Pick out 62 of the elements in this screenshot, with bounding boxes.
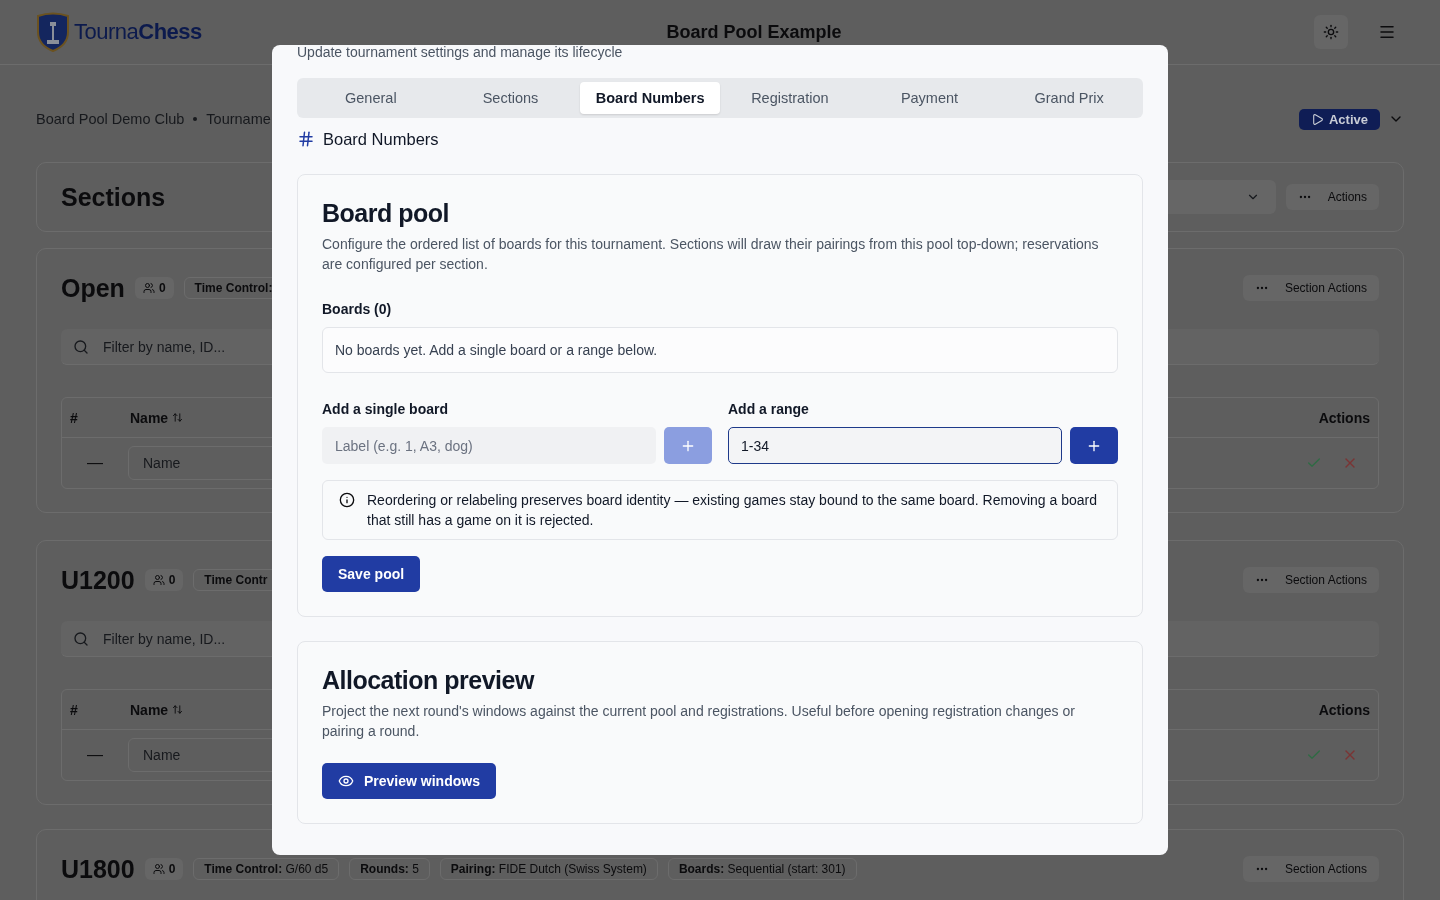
column-header: # [70, 409, 79, 426]
column-header: Actions [1318, 409, 1370, 426]
card-title: Allocation preview [322, 666, 536, 695]
shield-logo-icon [36, 12, 70, 52]
eye-icon [338, 773, 354, 789]
field-label: Add a range [728, 401, 810, 417]
player-count: 0 [134, 277, 174, 299]
preview-windows-button[interactable]: Preview windows [322, 763, 496, 799]
play-icon [1310, 112, 1324, 126]
search-icon [73, 338, 89, 355]
board-input[interactable]: 1-34 [728, 427, 1062, 464]
note-text: Reordering or relabeling preserves board identity — existing games stay bound to the same board. Removing a board that still has a game on it is rejected. [367, 491, 1098, 530]
panel-title: Sections [61, 182, 166, 212]
people-icon [152, 574, 165, 586]
theme-toggle-button[interactable] [1314, 15, 1348, 49]
actions-button[interactable]: Actions [1285, 184, 1379, 210]
breadcrumb-separator [193, 117, 198, 121]
dialog-subtitle: Update tournament settings and manage its lifecycle [297, 45, 624, 59]
section-actions-button[interactable]: Section Actions [1242, 275, 1379, 301]
section-info-chip: Pairing: FIDE Dutch (Swiss System) [439, 858, 658, 880]
section-info-chip: Time Control: G/60 d5 [193, 858, 340, 880]
search-icon [73, 630, 89, 647]
row-index: — [86, 746, 104, 764]
field-label: Add a single board [322, 401, 449, 417]
people-icon [142, 282, 155, 294]
sort-icon[interactable] [172, 412, 184, 423]
section-heading: Board Numbers [323, 129, 439, 149]
card-description: Configure the ordered list of boards for this tournament. Sections will draw their pairings from this pool top-down; reservations are configured per section. [322, 235, 1100, 274]
card-description: Project the next round's windows against the current pool and registrations. Useful before opening registration changes or pairing a round. [322, 702, 1076, 741]
section-info-chip: Boards: Sequential (start: 301) [667, 858, 857, 880]
people-icon [152, 863, 165, 875]
column-header: Actions [1318, 701, 1370, 718]
status-button[interactable]: Active [1298, 108, 1380, 130]
tab[interactable]: Registration [720, 82, 860, 114]
player-count: 0 [144, 858, 184, 880]
add-button[interactable] [1070, 427, 1118, 464]
logo-text: TournaChess [74, 19, 202, 45]
player-count: 0 [144, 569, 184, 591]
tab[interactable]: Payment [859, 82, 1000, 114]
tab[interactable]: Board Numbers [580, 82, 720, 114]
section-actions-button[interactable]: Section Actions [1242, 856, 1379, 882]
save-pool-button[interactable]: Save pool [322, 556, 421, 592]
page-title: Board Pool Example [665, 21, 843, 43]
section-actions-button[interactable]: Section Actions [1242, 567, 1379, 593]
field-label: Boards (0) [322, 301, 393, 317]
section-title: U1200 [61, 565, 135, 595]
column-header: # [70, 701, 79, 718]
empty-boards-message: No boards yet. Add a single board or a range below. [322, 327, 1118, 373]
tab[interactable]: Sections [440, 82, 581, 114]
card-title: Board pool [322, 199, 450, 228]
menu-icon [1378, 23, 1396, 41]
section-info-chip: Rounds: 5 [349, 858, 430, 880]
sort-icon[interactable] [172, 704, 184, 715]
row-index: — [86, 454, 104, 472]
section-title: U1800 [61, 854, 135, 884]
hash-icon [297, 130, 315, 148]
info-icon [339, 492, 355, 508]
board-input[interactable]: Label (e.g. 1, A3, dog) [322, 427, 656, 464]
section-title: Open [61, 273, 125, 303]
tab[interactable]: Grand Prix [999, 82, 1139, 114]
sun-icon [1323, 24, 1339, 40]
tab[interactable]: General [301, 82, 441, 114]
